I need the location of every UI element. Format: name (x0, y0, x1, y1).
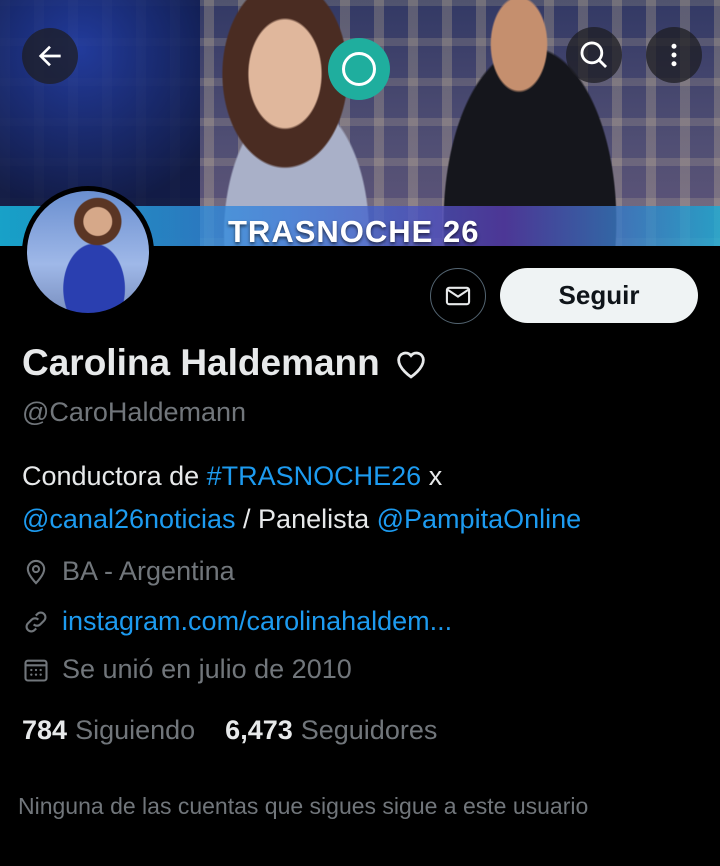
profile-name: Carolina Haldemann (22, 342, 380, 383)
profile-website[interactable]: instagram.com/carolinahaldem... (22, 606, 452, 637)
location-pin-icon (22, 558, 50, 586)
followers-you-know-notice: Ninguna de las cuentas que sigues sigue … (18, 793, 589, 819)
following-count: 784 (22, 715, 68, 745)
message-button[interactable] (430, 268, 486, 324)
search-button[interactable] (566, 27, 622, 83)
whatsapp-icon (328, 38, 390, 100)
followers-label: Seguidores (300, 715, 438, 745)
link-icon (22, 608, 50, 636)
hashtag-link[interactable]: #TRASNOCHE26 (207, 461, 422, 491)
avatar[interactable] (22, 186, 154, 318)
mention-link[interactable]: @PampitaOnline (377, 504, 582, 534)
search-icon (580, 41, 608, 69)
more-options-button[interactable] (646, 27, 702, 83)
mention-link[interactable]: @canal26noticias (22, 504, 236, 534)
followers-count: 6,473 (225, 715, 293, 745)
location-text: BA - Argentina (62, 556, 235, 586)
profile-joined: Se unió en julio de 2010 (22, 654, 352, 685)
following-stat[interactable]: 784 Siguiendo (22, 715, 195, 746)
arrow-left-icon (38, 45, 61, 67)
profile-stats: 784 Siguiendo 6,473 Seguidores (22, 715, 467, 746)
bio-text: x (421, 461, 443, 491)
back-button[interactable] (22, 28, 78, 84)
calendar-icon (22, 656, 50, 684)
heart-outline-icon (392, 346, 430, 380)
joined-text: Se unió en julio de 2010 (62, 654, 352, 684)
banner-title: TRASNOCHE 26 (228, 214, 480, 246)
profile-name-row: Carolina Haldemann (22, 342, 430, 384)
profile-bio: Conductora de #TRASNOCHE26 x @canal26not… (22, 455, 712, 541)
following-label: Siguiendo (75, 715, 196, 745)
followers-stat[interactable]: 6,473 Seguidores (225, 715, 437, 746)
follow-button[interactable]: Seguir (500, 268, 698, 323)
bio-text: / Panelista (235, 504, 377, 534)
profile-handle: @CaroHaldemann (22, 397, 247, 427)
profile-location: BA - Argentina (22, 556, 235, 587)
mail-icon (445, 286, 471, 306)
website-link[interactable]: instagram.com/carolinahaldem... (62, 606, 452, 637)
more-vertical-icon (671, 43, 677, 67)
bio-text: Conductora de (22, 461, 207, 491)
